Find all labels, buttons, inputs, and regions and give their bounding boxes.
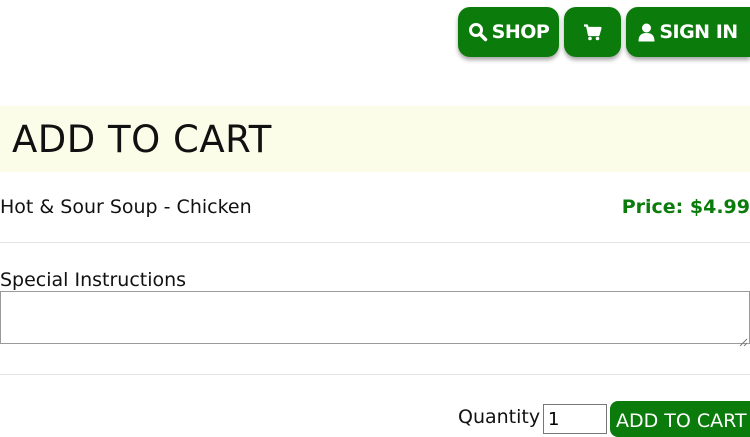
resize-grip-icon[interactable] — [738, 332, 748, 351]
quantity-input[interactable] — [543, 404, 607, 434]
item-name: Hot & Sour Soup - Chicken — [0, 196, 252, 218]
add-to-cart-button[interactable]: ADD TO CART — [610, 401, 750, 437]
divider — [0, 374, 750, 375]
search-icon — [468, 22, 488, 42]
special-instructions-label: Special Instructions — [0, 269, 187, 291]
page-title: ADD TO CART — [12, 118, 272, 161]
divider — [0, 242, 750, 243]
sign-in-button-label: SIGN IN — [659, 21, 738, 43]
sign-in-button[interactable]: SIGN IN — [626, 7, 750, 57]
item-price: Price: $4.99 — [621, 196, 750, 218]
shop-button[interactable]: SHOP — [458, 7, 559, 57]
top-nav: SHOP SIGN IN — [458, 7, 750, 57]
cart-button[interactable] — [564, 7, 621, 57]
user-icon — [638, 23, 655, 42]
quantity-label: Quantity — [458, 406, 541, 428]
shop-button-label: SHOP — [491, 21, 550, 43]
special-instructions-field[interactable] — [0, 291, 750, 344]
cart-icon — [583, 23, 602, 41]
